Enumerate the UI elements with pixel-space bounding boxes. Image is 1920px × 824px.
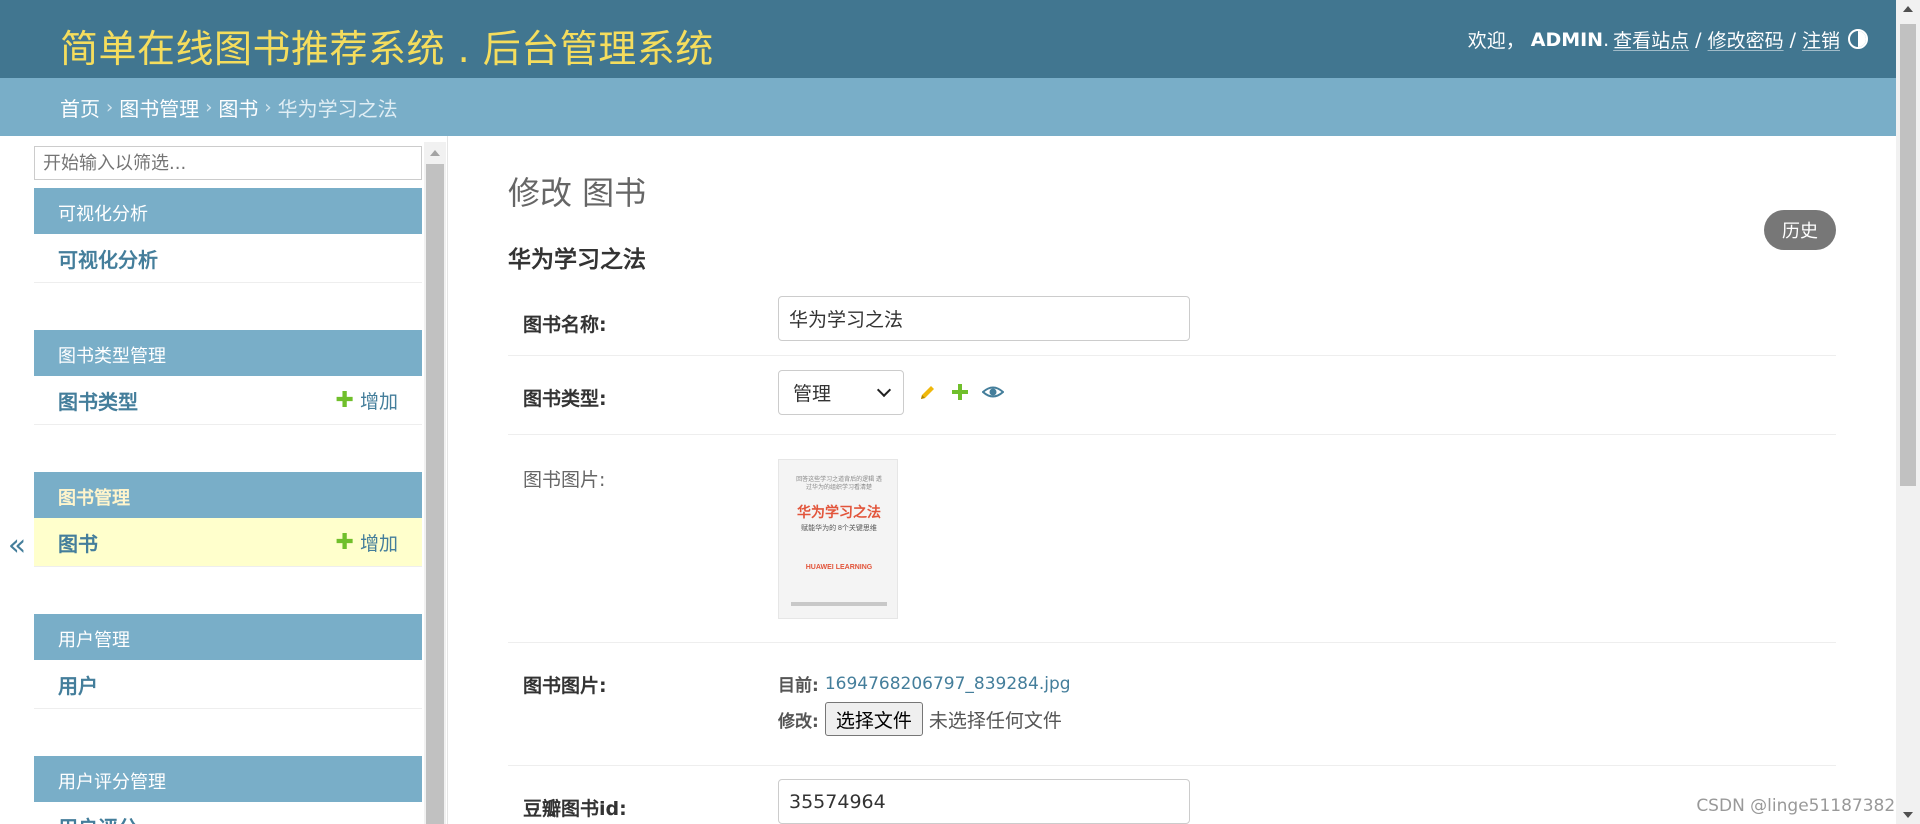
scrollbar-thumb[interactable] (426, 164, 444, 824)
view-related-icon[interactable] (981, 382, 1005, 407)
page-title: 修改 图书 (508, 174, 647, 212)
field-label: 图书类型: (523, 388, 607, 410)
view-site-link[interactable]: 查看站点 (1613, 26, 1689, 53)
cover-subtitle: 赋能华为的 8个关键思维 (801, 525, 877, 532)
add-related-icon[interactable] (950, 382, 970, 407)
scroll-up-arrow-icon[interactable] (430, 150, 440, 156)
model-link[interactable]: 用户 (58, 670, 98, 699)
book-cover-image: 回答这些学习之道背后的逻辑 透过华为的组织学习看清楚 华为学习之法 赋能华为的 … (778, 459, 898, 619)
app-module-book: 图书管理 图书 ✚ 增加 (34, 472, 422, 567)
separator: / (1695, 28, 1702, 51)
choose-file-button[interactable]: 选择文件 (824, 702, 923, 736)
object-title: 华为学习之法 (508, 247, 646, 273)
field-label: 豆瓣图书id: (523, 798, 627, 820)
header: 简单在线图书推荐系统 . 后台管理系统 欢迎， ADMIN. 查看站点 / 修改… (0, 0, 1896, 78)
sidebar-item-users[interactable]: 用户 (34, 660, 422, 709)
change-file-line: 修改: 选择文件 未选择任何文件 (778, 702, 1071, 736)
current-label: 目前: (778, 676, 819, 696)
file-upload-widget: 目前: 1694768206797_839284.jpg 修改: 选择文件 未选… (778, 671, 1071, 736)
watermark-text: CSDN @linge511873822 (1696, 796, 1906, 816)
sidebar-item-visualization[interactable]: 可视化分析 (34, 234, 422, 283)
model-link[interactable]: 图书类型 (58, 386, 138, 415)
cover-brand: HUAWEI LEARNING (805, 564, 873, 571)
sidebar-item-book-type[interactable]: 图书类型 ✚ 增加 (34, 376, 422, 425)
chevron-down-icon (876, 382, 892, 397)
breadcrumb-separator: › (205, 96, 213, 118)
app-caption[interactable]: 图书类型管理 (34, 330, 422, 376)
breadcrumb-model[interactable]: 图书 (218, 93, 258, 122)
username-dot: . (1603, 28, 1610, 51)
user-tools: 欢迎， ADMIN. 查看站点 / 修改密码 / 注销 (1468, 26, 1840, 53)
logout-link[interactable]: 注销 (1802, 26, 1840, 53)
douban-id-input[interactable] (778, 779, 1190, 824)
field-label: 图书名称: (523, 314, 607, 336)
breadcrumb-home[interactable]: 首页 (60, 93, 100, 122)
sidebar-scrollbar[interactable] (424, 142, 446, 824)
change-password-link[interactable]: 修改密码 (1708, 26, 1784, 53)
form-row-image-upload: 图书图片: 目前: 1694768206797_839284.jpg 修改: 选… (508, 643, 1836, 766)
collapse-sidebar-icon[interactable]: « (8, 528, 26, 563)
nav-collapse-toggle[interactable]: « (0, 136, 34, 824)
plus-icon: ✚ (335, 387, 354, 413)
main-content: 修改 图书 历史 华为学习之法 图书名称: 图书类型: 管理 图书图片: 回答 (508, 136, 1836, 824)
no-file-text: 未选择任何文件 (928, 709, 1062, 732)
form-row-image-preview: 图书图片: 回答这些学习之道背后的逻辑 透过华为的组织学习看清楚 华为学习之法 … (508, 435, 1836, 643)
breadcrumb: 首页 › 图书管理 › 图书 › 华为学习之法 (0, 78, 1896, 136)
change-label: 修改: (778, 711, 819, 732)
site-title[interactable]: 简单在线图书推荐系统 . 后台管理系统 (60, 18, 714, 73)
breadcrumb-separator: › (264, 96, 272, 118)
related-widget-actions (918, 382, 1005, 407)
app-caption[interactable]: 图书管理 (34, 472, 422, 518)
plus-icon: ✚ (335, 529, 354, 555)
field-label: 图书图片: (523, 469, 606, 491)
sidebar-item-book[interactable]: 图书 ✚ 增加 (34, 518, 422, 567)
breadcrumb-separator: › (106, 96, 114, 118)
add-label: 增加 (359, 532, 398, 555)
app-caption[interactable]: 可视化分析 (34, 188, 422, 234)
model-link[interactable]: 可视化分析 (58, 244, 158, 273)
separator: / (1789, 28, 1796, 51)
app-caption[interactable]: 用户评分管理 (34, 756, 422, 802)
app-module-book-type: 图书类型管理 图书类型 ✚ 增加 (34, 330, 422, 425)
form-row-douban-id: 豆瓣图书id: (508, 766, 1836, 824)
welcome-text: 欢迎， (1467, 30, 1525, 52)
cover-title: 华为学习之法 (797, 505, 881, 521)
page-scrollbar[interactable] (1896, 0, 1920, 824)
book-type-select[interactable]: 管理 (778, 370, 904, 415)
username: ADMIN (1530, 28, 1604, 51)
select-value: 管理 (793, 383, 832, 405)
cover-footer-bar (791, 602, 887, 606)
add-label: 增加 (359, 390, 398, 413)
history-button[interactable]: 历史 (1764, 210, 1836, 250)
app-module-visualization: 可视化分析 可视化分析 (34, 188, 422, 283)
field-label: 图书图片: (523, 675, 607, 697)
scroll-up-arrow-icon[interactable] (1903, 6, 1913, 12)
form-row-type: 图书类型: 管理 (508, 356, 1836, 435)
sidebar-filter-input[interactable] (34, 146, 422, 180)
sidebar: 可视化分析 可视化分析 图书类型管理 图书类型 ✚增加 图书管理 图书 ✚增加 … (34, 136, 448, 824)
model-link[interactable]: 图书 (58, 528, 98, 557)
add-book-button[interactable]: ✚ 增加 (336, 529, 398, 556)
cover-top-text: 回答这些学习之道背后的逻辑 透过华为的组织学习看清楚 (796, 477, 882, 491)
book-name-input[interactable] (778, 296, 1190, 341)
sidebar-item-ratings[interactable]: 用户评分 (34, 802, 422, 824)
add-book-type-button[interactable]: ✚ 增加 (336, 387, 398, 414)
current-file-link[interactable]: 1694768206797_839284.jpg (825, 674, 1071, 694)
current-file-line: 目前: 1694768206797_839284.jpg (778, 671, 1071, 697)
scroll-down-arrow-icon[interactable] (1903, 812, 1913, 818)
scrollbar-thumb[interactable] (1900, 24, 1916, 486)
model-link[interactable]: 用户评分 (58, 812, 138, 824)
edit-related-icon[interactable] (918, 382, 938, 407)
theme-toggle-icon[interactable] (1848, 29, 1868, 49)
breadcrumb-app[interactable]: 图书管理 (119, 93, 199, 122)
app-caption[interactable]: 用户管理 (34, 614, 422, 660)
app-module-ratings: 用户评分管理 用户评分 (34, 756, 422, 824)
breadcrumb-current: 华为学习之法 (277, 96, 398, 121)
form-row-name: 图书名称: (508, 288, 1836, 356)
app-module-users: 用户管理 用户 (34, 614, 422, 709)
